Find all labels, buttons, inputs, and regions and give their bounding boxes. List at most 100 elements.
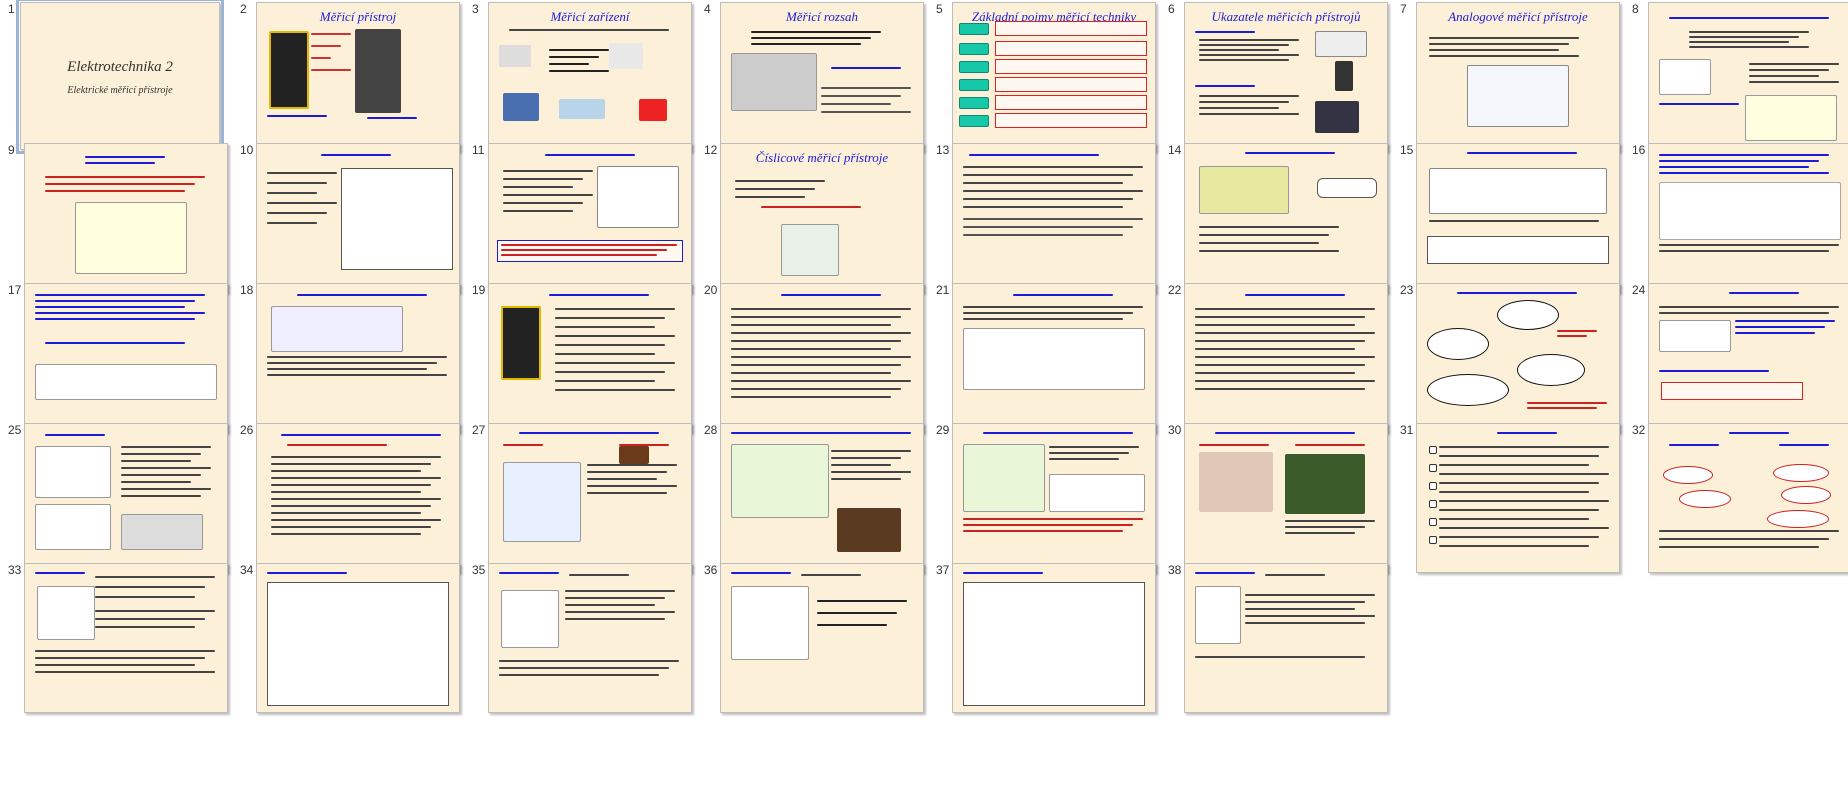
text-line [963,306,1143,308]
text-line [963,226,1133,228]
slide-thumbnail[interactable] [1184,143,1388,293]
text-line [549,63,589,65]
slide-number: 2 [240,2,247,16]
slide-number: 7 [1400,2,1407,16]
text-line [1659,546,1819,548]
slide-thumbnail[interactable] [488,143,692,293]
slide-thumbnail[interactable] [1184,283,1388,433]
slide-thumbnail-cell[interactable]: 35 [464,561,696,727]
slide-thumbnail[interactable] [720,563,924,713]
slide-thumbnail[interactable]: Měřicí rozsah [720,2,924,152]
slide-thumbnail[interactable] [488,423,692,573]
slide-thumbnail[interactable]: Základní pojmy měřicí techniky [952,2,1156,152]
slide-number: 35 [472,563,486,577]
slide-thumbnail-cell[interactable]: 37 [928,561,1160,727]
slide-thumbnail-cell[interactable]: 36 [696,561,928,727]
text-line [311,69,351,71]
slide-thumbnail[interactable]: Ukazatele měřicích přístrojů [1184,2,1388,152]
term-label [959,43,989,55]
slide-thumbnail[interactable]: Elektrotechnika 2 Elektrické měřicí příst… [16,0,224,154]
text-line [1199,95,1299,97]
slide-content-block [35,364,217,400]
table [1427,236,1609,264]
slide-content-block [731,444,829,518]
text-line [35,657,205,659]
text-line [35,294,205,296]
text-line [587,464,677,466]
slide-thumbnail-cell[interactable]: 34 [232,561,464,727]
text-line [1689,36,1799,38]
bullet [1429,464,1437,472]
text-line [267,362,437,364]
slide-thumbnail[interactable] [488,283,692,433]
slide-thumbnail-cell[interactable]: 32 [1624,421,1848,587]
note-bubble [1679,490,1731,508]
slide-thumbnail[interactable] [1184,563,1388,713]
slide-thumbnail[interactable] [1648,143,1848,293]
slide-thumbnail[interactable] [488,563,692,713]
text-line [555,380,655,382]
text-line [1557,335,1587,337]
text-line [321,154,391,156]
slide-thumbnail[interactable] [24,423,228,573]
text-line [1049,458,1119,460]
slide-thumbnail-cell[interactable]: 33 [0,561,232,727]
slide-thumbnail[interactable] [1416,423,1620,573]
text-line [1285,532,1355,534]
text-line [1659,538,1829,540]
slide-thumbnail[interactable] [720,283,924,433]
slide-content-block [1049,474,1145,512]
text-line [271,470,421,472]
text-line [1429,37,1579,39]
slide-thumbnail[interactable] [952,423,1156,573]
text-line [121,467,211,469]
slide-content-block [1285,454,1365,514]
text-line [963,312,1133,314]
slide-thumbnail[interactable] [1648,423,1848,573]
slide-thumbnail[interactable] [720,423,924,573]
slide-thumbnail[interactable] [1416,143,1620,293]
text-line [963,218,1143,220]
slide-thumbnail[interactable] [1416,283,1620,433]
text-line [963,198,1133,200]
text-line [1659,530,1839,532]
text-line [1467,152,1577,154]
slide-thumbnail[interactable] [1648,2,1848,152]
slide-thumbnail[interactable]: Číslicové měřicí přístroje [720,143,924,293]
slide-thumbnail[interactable]: Měřicí přístroj [256,2,460,152]
slide-thumbnail[interactable] [24,563,228,713]
text-line [501,254,657,256]
table [963,582,1145,706]
slide-number: 33 [8,563,22,577]
text-line [1295,444,1365,446]
text-line [587,478,657,480]
text-line [1245,608,1355,610]
slide-thumbnail[interactable]: Měřicí zařízení [488,2,692,152]
text-line [821,103,891,105]
slide-thumbnail[interactable] [1648,283,1848,433]
slide-thumbnail[interactable] [24,143,228,293]
text-line [1245,294,1345,296]
slide-thumbnail[interactable] [256,563,460,713]
text-line [735,180,825,182]
slide-content-block [597,166,679,228]
text-line [271,505,431,507]
slide-thumbnail[interactable] [1184,423,1388,573]
slide-thumbnail[interactable] [952,143,1156,293]
slide-thumbnail[interactable] [256,423,460,573]
text-line [731,372,891,374]
text-line [267,572,347,574]
text-line [1195,85,1255,87]
slide-thumbnail[interactable] [256,143,460,293]
text-line [1439,509,1599,511]
slide-thumbnail[interactable] [24,283,228,433]
slide-thumbnail[interactable] [952,283,1156,433]
slide-thumbnail[interactable]: Analogové měřicí přístroje [1416,2,1620,152]
slide-thumbnail[interactable] [256,283,460,433]
slide-thumbnail[interactable] [952,563,1156,713]
slide-thumbnail-cell[interactable]: 38 [1160,561,1392,727]
text-line [267,222,317,224]
table [267,582,449,706]
slide-thumbnail-cell[interactable]: 31 [1392,421,1624,587]
slide-number: 12 [704,143,718,157]
